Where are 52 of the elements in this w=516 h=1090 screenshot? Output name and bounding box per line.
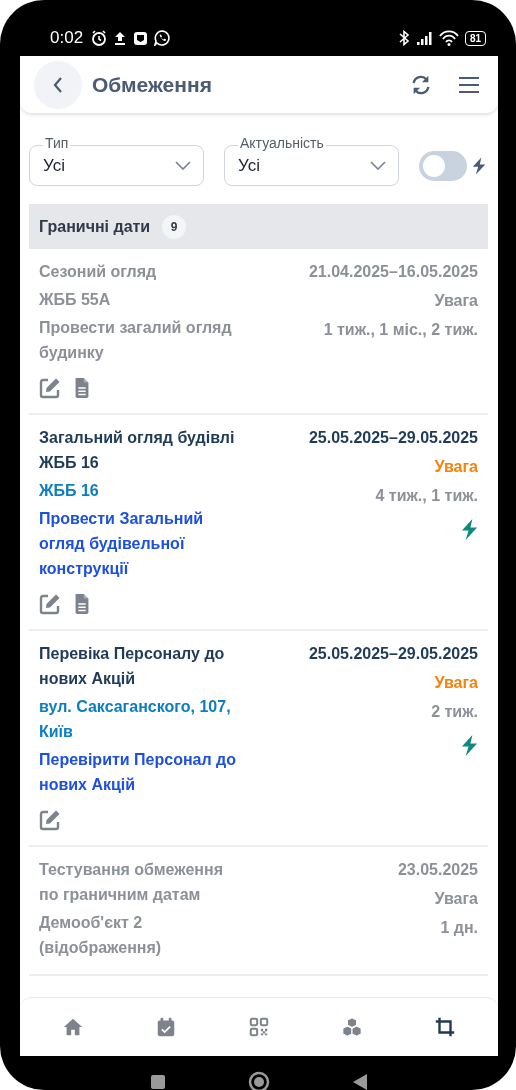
document-icon[interactable] [73, 593, 91, 615]
toggle-switch[interactable] [419, 150, 467, 181]
section-title: Граничні дати [39, 217, 151, 236]
field-label: Тип [43, 135, 71, 151]
lightning-icon [472, 155, 486, 176]
chevron-down-icon [370, 160, 386, 171]
wifi-icon [438, 30, 459, 46]
signal-icon [415, 30, 433, 46]
status-label: Увага [434, 291, 478, 311]
chevron-down-icon [175, 160, 191, 171]
item-title: Сезоний огляд [39, 262, 158, 282]
date-range: 25.05.2025–29.05.2025 [308, 644, 478, 664]
app-icon [133, 30, 149, 46]
interval-text: 2 тиж. [431, 702, 478, 722]
edit-icon[interactable] [39, 809, 61, 831]
interval-text: 1 дн. [440, 918, 478, 938]
object-name: ЖББ 55А [39, 290, 112, 310]
alarm-icon [91, 30, 108, 46]
item-title: Загальний огляд будівлі ЖББ 16 [39, 428, 236, 473]
battery-level: 81 [464, 30, 486, 46]
item-title: Перевіка Персоналу до нових Акцій [39, 644, 226, 689]
object-name: вул. Саксаганского, 107, Київ [39, 697, 232, 742]
task-text: Провести Загальний огляд будівельної конструкції [39, 509, 205, 579]
count-badge: 9 [162, 214, 187, 239]
status-label: Увага [434, 673, 478, 693]
phone-bubble-icon [154, 30, 171, 46]
edit-icon[interactable] [39, 377, 61, 399]
task-text: Провести загалий огляд будинку [39, 318, 233, 363]
crop-icon [434, 1016, 457, 1038]
field-label: Актуальність [238, 135, 326, 151]
interval-text: 4 тиж., 1 тиж. [375, 486, 478, 506]
interval-text: 1 тиж., 1 міс., 2 тиж. [323, 320, 478, 340]
page-title: Обмеження [92, 72, 213, 97]
document-icon[interactable] [73, 377, 91, 399]
clock-time: 0:02 [50, 28, 84, 48]
item-title: Тестування обмеження по граничним датам [39, 860, 224, 905]
date-range: 23.05.2025 [397, 860, 478, 880]
date-range: 25.05.2025–29.05.2025 [308, 428, 478, 448]
object-name: Демооб'єкт 2 (відображення) [39, 913, 163, 958]
back-triangle-icon[interactable] [352, 1073, 368, 1090]
status-label: Увага [434, 457, 478, 477]
square-icon[interactable] [150, 1074, 166, 1090]
menu-icon [458, 74, 480, 95]
task-text: Перевірити Персонал до нових Акцій [39, 750, 238, 795]
edit-icon[interactable] [39, 593, 61, 615]
qr-code-icon [247, 1016, 270, 1038]
date-range: 21.04.2025–16.05.2025 [308, 262, 478, 282]
upload-icon [113, 30, 128, 46]
status-label: Увага [434, 889, 478, 909]
cubes-icon [341, 1016, 364, 1038]
home-icon [61, 1016, 84, 1038]
object-name: ЖББ 16 [39, 481, 100, 501]
